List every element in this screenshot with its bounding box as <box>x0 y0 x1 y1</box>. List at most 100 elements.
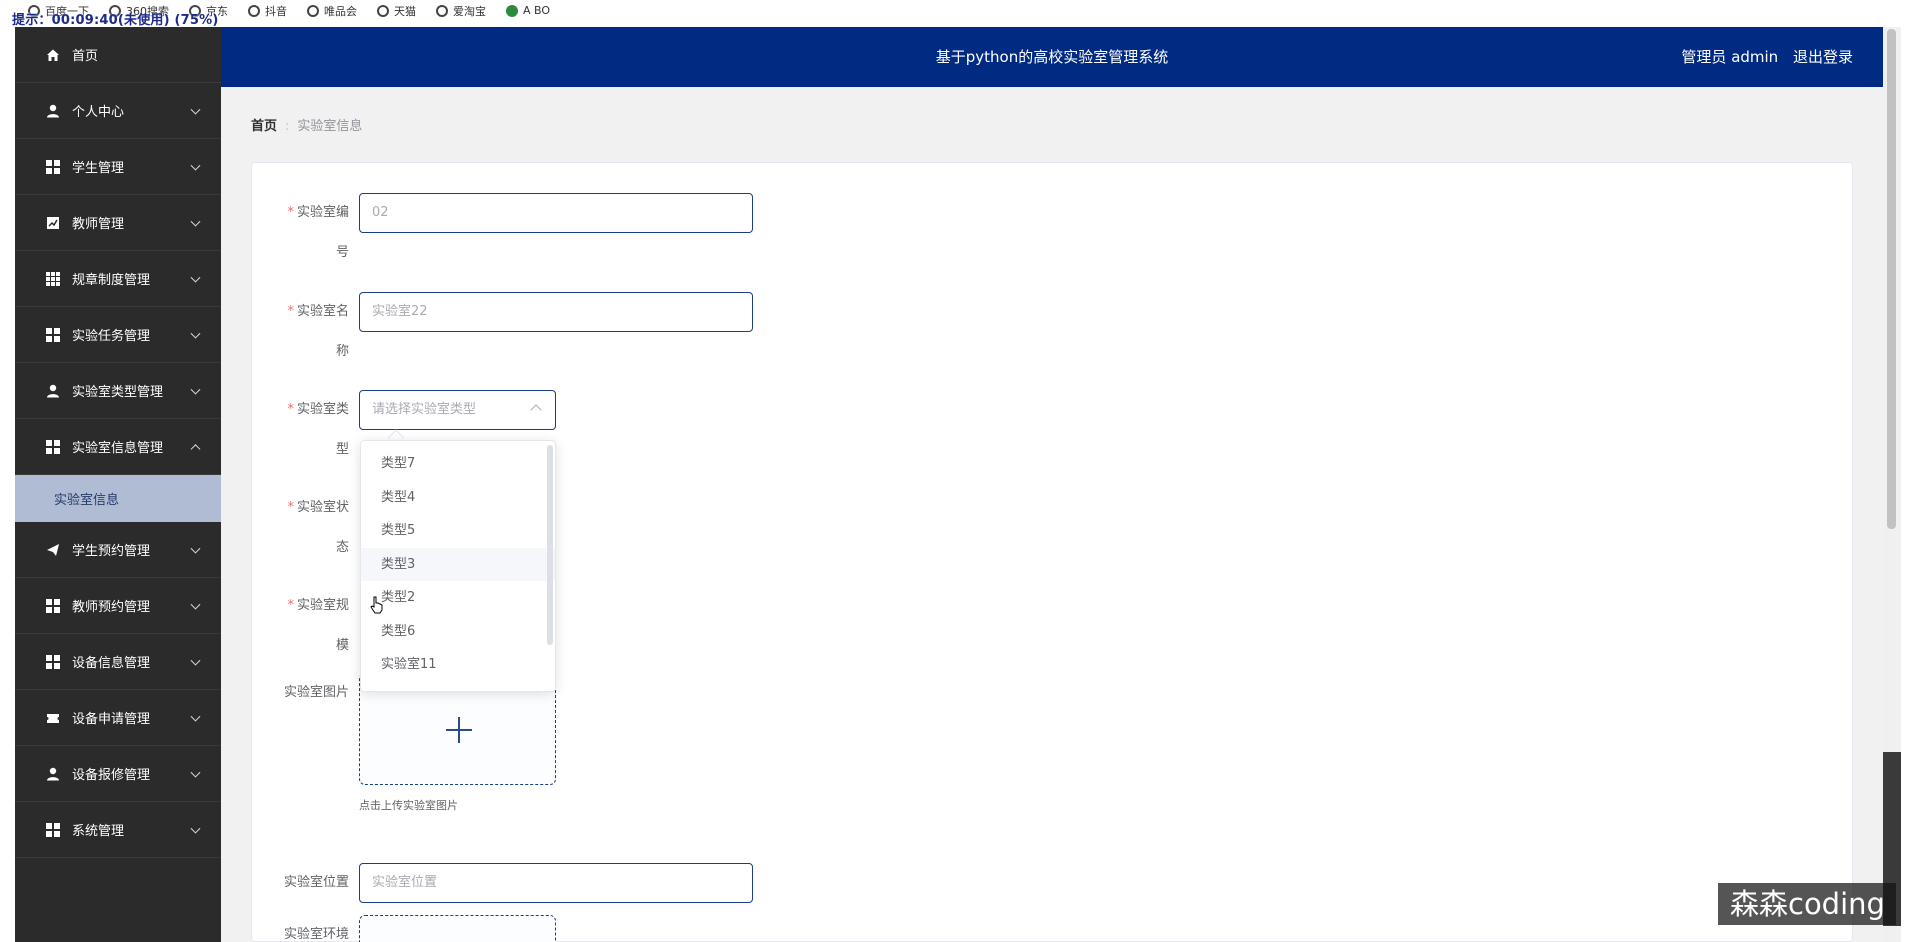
dropdown-option[interactable]: 类型6 <box>361 615 555 649</box>
sidebar-item-label: 实验室信息管理 <box>72 441 164 456</box>
sidebar-item-tasks[interactable]: 实验任务管理 <box>15 307 221 363</box>
sidebar-subitem-lab-info[interactable]: 实验室信息 <box>15 475 221 522</box>
chevron-down-icon <box>190 384 201 395</box>
chevron-down-icon <box>190 711 201 722</box>
dropdown-scrollbar[interactable] <box>547 445 553 645</box>
sidebar-item-devices[interactable]: 设备信息管理 <box>15 634 221 690</box>
chevron-down-icon <box>190 599 201 610</box>
top-header: 基于python的高校实验室管理系统 管理员 admin 退出登录 <box>221 27 1883 87</box>
sidebar-item-label: 首页 <box>72 49 99 64</box>
bookmark-item[interactable]: 天猫 <box>377 3 416 19</box>
required-mark: * <box>287 205 294 220</box>
lab-no-input[interactable]: 02 <box>359 193 753 233</box>
chevron-up-icon <box>190 443 201 454</box>
sidebar-item-device-repair[interactable]: 设备报修管理 <box>15 746 221 802</box>
plus-icon-vertical <box>458 717 460 743</box>
lab-scale-label: * 实验室规 <box>287 598 349 613</box>
home-icon <box>46 48 60 62</box>
bookmark-item[interactable]: 唯品会 <box>307 3 357 19</box>
dropdown-option[interactable]: 类型7 <box>361 447 555 481</box>
app-title: 基于python的高校实验室管理系统 <box>935 48 1169 66</box>
lab-location-input[interactable]: 实验室位置 <box>359 863 753 903</box>
lab-type-placeholder: 请选择实验室类型 <box>372 402 477 417</box>
bookmark-label: 天猫 <box>394 4 416 18</box>
lab-env-upload[interactable] <box>359 915 556 942</box>
chevron-up-icon <box>530 404 542 416</box>
grid-icon <box>46 159 60 174</box>
sidebar-item-home[interactable]: 首页 <box>15 27 221 83</box>
sidebar-item-label: 教师管理 <box>72 217 125 232</box>
bookmark-bar: 百度一下 360搜索 京东 抖音 唯品会 天猫 爱淘宝 A BO <box>0 0 1914 21</box>
sidebar-item-lab-types[interactable]: 实验室类型管理 <box>15 363 221 419</box>
dropdown-option[interactable]: 类型8 <box>361 682 555 692</box>
chevron-down-icon <box>190 767 201 778</box>
bookmark-item[interactable]: A BO <box>506 4 550 17</box>
sidebar-item-rules[interactable]: 规章制度管理 <box>15 251 221 307</box>
chevron-down-icon <box>190 104 201 115</box>
user-icon <box>46 767 60 781</box>
chevron-down-icon <box>190 543 201 554</box>
app-icon <box>506 4 518 17</box>
header-user-area: 管理员 admin 退出登录 <box>1671 27 1853 87</box>
sidebar-item-label: 设备信息管理 <box>72 656 151 671</box>
dropdown-option[interactable]: 类型4 <box>361 481 555 515</box>
sidebar-item-label: 设备报修管理 <box>72 768 151 783</box>
send-icon <box>46 543 60 557</box>
chevron-down-icon <box>190 328 201 339</box>
lab-name-label-2: 称 <box>335 344 349 359</box>
sidebar-item-label: 实验任务管理 <box>72 329 151 344</box>
chevron-down-icon <box>190 823 201 834</box>
recording-overlay: 提示：00:09:40(未使用) (75%) <box>12 13 219 28</box>
lab-type-dropdown: 类型7 类型4 类型5 类型3 类型2 类型6 实验室11 类型8 <box>360 440 556 692</box>
logout-link[interactable]: 退出登录 <box>1793 48 1853 66</box>
required-mark: * <box>287 500 294 515</box>
sidebar-item-label: 学生预约管理 <box>72 544 151 559</box>
sidebar-item-personal[interactable]: 个人中心 <box>15 83 221 139</box>
chevron-down-icon <box>190 655 201 666</box>
bookmark-item[interactable]: 抖音 <box>248 3 287 19</box>
grid-icon <box>46 439 60 454</box>
sidebar-item-system[interactable]: 系统管理 <box>15 802 221 858</box>
breadcrumb-home[interactable]: 首页 <box>251 119 277 134</box>
page-scrollbar-thumb[interactable] <box>1887 29 1896 529</box>
chevron-down-icon <box>190 272 201 283</box>
breadcrumb: 首页: 实验室信息 <box>251 115 362 134</box>
watermark: 森森coding <box>1718 883 1896 925</box>
lab-scale-label-2: 模 <box>335 638 349 653</box>
sidebar-item-device-apply[interactable]: 设备申请管理 <box>15 690 221 746</box>
sidebar-item-label: 规章制度管理 <box>72 273 151 288</box>
sidebar-item-lab-info[interactable]: 实验室信息管理 <box>15 419 221 475</box>
bookmark-item[interactable]: 爱淘宝 <box>436 3 486 19</box>
globe-icon <box>248 4 260 17</box>
sidebar-item-student-booking[interactable]: 学生预约管理 <box>15 522 221 578</box>
lab-name-input[interactable]: 实验室22 <box>359 292 753 332</box>
current-user: 管理员 admin <box>1681 48 1779 66</box>
sidebar-item-label: 设备申请管理 <box>72 712 151 727</box>
chart-icon <box>46 216 60 230</box>
lab-location-label: 实验室位置 <box>283 875 349 890</box>
sidebar-item-students[interactable]: 学生管理 <box>15 139 221 195</box>
sidebar: 首页 个人中心 学生管理 教师管理 规章制度管理 实验任务管理 实验室类型管理 … <box>15 27 221 942</box>
breadcrumb-separator: : <box>285 119 290 134</box>
chevron-down-icon <box>190 160 201 171</box>
required-mark: * <box>287 598 294 613</box>
breadcrumb-current: 实验室信息 <box>297 119 363 134</box>
sidebar-item-label: 学生管理 <box>72 161 125 176</box>
sidebar-item-teachers[interactable]: 教师管理 <box>15 195 221 251</box>
dropdown-option[interactable]: 类型5 <box>361 514 555 548</box>
lab-type-select[interactable]: 请选择实验室类型 <box>359 390 556 430</box>
dropdown-option[interactable]: 类型3 <box>361 547 555 581</box>
bookmark-label: 抖音 <box>265 4 287 18</box>
lab-image-tip: 点击上传实验室图片 <box>359 799 458 812</box>
dropdown-option[interactable]: 实验室11 <box>361 648 555 682</box>
sidebar-item-label: 系统管理 <box>72 824 125 839</box>
globe-icon <box>307 4 319 17</box>
sidebar-subitem-label: 实验室信息 <box>54 493 120 508</box>
user-icon <box>46 384 60 398</box>
lab-status-label-2: 态 <box>335 540 349 555</box>
globe-icon <box>377 4 389 17</box>
lab-name-label: * 实验室名 <box>287 304 349 319</box>
bookmark-label: 爱淘宝 <box>453 4 486 18</box>
sidebar-item-teacher-booking[interactable]: 教师预约管理 <box>15 578 221 634</box>
dropdown-option[interactable]: 类型2 <box>361 581 555 615</box>
